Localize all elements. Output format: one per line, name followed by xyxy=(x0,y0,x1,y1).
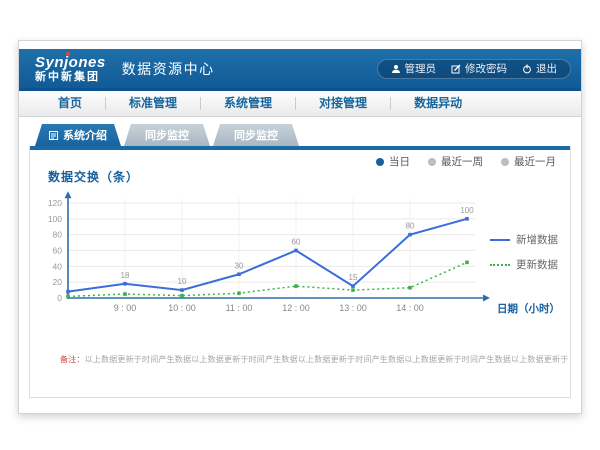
tab-label: 同步监控 xyxy=(234,127,278,143)
content-area: 系统介绍 同步监控 同步监控 当日 最近一周 xyxy=(19,117,581,398)
chart-legend: 新增数据 更新数据 xyxy=(490,232,566,282)
svg-text:60: 60 xyxy=(53,246,63,256)
nav-item-system[interactable]: 系统管理 xyxy=(200,97,295,110)
svg-text:80: 80 xyxy=(406,222,415,231)
note-label: 备注： xyxy=(60,355,85,364)
brand-logo: Synjones 新中新集团 xyxy=(35,55,106,83)
svg-text:14 : 00: 14 : 00 xyxy=(396,303,424,313)
radio-dot-icon xyxy=(501,158,509,166)
radio-dot-icon xyxy=(376,158,384,166)
user-icon xyxy=(391,64,401,74)
tab-sync-monitor-2[interactable]: 同步监控 xyxy=(213,124,299,146)
tab-label: 系统介绍 xyxy=(63,127,107,143)
svg-text:20: 20 xyxy=(53,277,63,287)
page-title: 数据资源中心 xyxy=(122,59,215,79)
radio-last-week[interactable]: 最近一周 xyxy=(428,154,483,169)
power-icon xyxy=(522,64,532,74)
legend-label: 更新数据 xyxy=(516,257,558,272)
svg-text:13 : 00: 13 : 00 xyxy=(339,303,367,313)
nav-item-interface[interactable]: 对接管理 xyxy=(295,97,390,110)
legend-item-updated-data[interactable]: 更新数据 xyxy=(490,257,566,272)
tab-bar: 系统介绍 同步监控 同步监控 xyxy=(29,124,571,146)
svg-text:60: 60 xyxy=(292,238,301,247)
edit-icon xyxy=(451,64,461,74)
admin-user-button[interactable]: 管理员 xyxy=(391,61,437,76)
radio-label: 最近一月 xyxy=(514,154,556,169)
nav-item-standard[interactable]: 标准管理 xyxy=(105,97,200,110)
logout-button[interactable]: 退出 xyxy=(522,61,557,76)
time-range-filter: 当日 最近一周 最近一月 xyxy=(376,154,556,169)
note-text: 以上数据更新于时间产生数据以上数据更新于时间产生数据以上数据更新于时间产生数据以… xyxy=(85,355,569,364)
svg-text:40: 40 xyxy=(53,261,63,271)
app-window: Synjones 新中新集团 数据资源中心 管理员 修改密码 退出 xyxy=(18,40,582,414)
svg-text:10: 10 xyxy=(178,277,187,286)
change-password-label: 修改密码 xyxy=(465,61,507,76)
admin-user-label: 管理员 xyxy=(405,61,437,76)
svg-text:10 : 00: 10 : 00 xyxy=(168,303,196,313)
logo-red-dot-icon xyxy=(66,52,70,56)
logo-text: Synjones xyxy=(35,55,106,70)
svg-text:15: 15 xyxy=(349,273,358,282)
window-top-padding xyxy=(19,41,581,49)
tab-sync-monitor-1[interactable]: 同步监控 xyxy=(124,124,210,146)
radio-last-month[interactable]: 最近一月 xyxy=(501,154,556,169)
svg-text:0: 0 xyxy=(57,293,62,303)
main-nav: 首页 标准管理 系统管理 对接管理 数据异动 xyxy=(19,91,581,117)
solid-line-icon xyxy=(490,239,510,241)
svg-text:11 : 00: 11 : 00 xyxy=(226,303,253,313)
document-icon xyxy=(49,131,58,140)
user-toolbar: 管理员 修改密码 退出 xyxy=(377,59,572,79)
svg-text:12 : 00: 12 : 00 xyxy=(282,303,310,313)
footer-note: 备注：以上数据更新于时间产生数据以上数据更新于时间产生数据以上数据更新于时间产生… xyxy=(60,354,568,365)
chart-panel: 当日 最近一周 最近一月 数据交换（条） 0204060801001209 : … xyxy=(29,146,571,398)
svg-text:18: 18 xyxy=(121,271,130,280)
svg-text:100: 100 xyxy=(460,206,474,215)
svg-text:120: 120 xyxy=(48,198,62,208)
nav-item-change[interactable]: 数据异动 xyxy=(390,97,485,110)
svg-text:100: 100 xyxy=(48,214,62,224)
change-password-button[interactable]: 修改密码 xyxy=(451,61,507,76)
svg-text:80: 80 xyxy=(53,230,63,240)
app-header: Synjones 新中新集团 数据资源中心 管理员 修改密码 退出 xyxy=(19,49,581,91)
svg-text:9 : 00: 9 : 00 xyxy=(114,303,137,313)
svg-text:日期（小时）: 日期（小时） xyxy=(497,302,560,315)
radio-label: 最近一周 xyxy=(441,154,483,169)
logout-label: 退出 xyxy=(536,61,557,76)
legend-item-new-data[interactable]: 新增数据 xyxy=(490,232,566,247)
radio-label: 当日 xyxy=(389,154,410,169)
dotted-line-icon xyxy=(490,264,510,266)
logo-subtext: 新中新集团 xyxy=(35,72,106,83)
panel-accent-bar xyxy=(30,146,570,150)
nav-item-home[interactable]: 首页 xyxy=(35,97,105,110)
legend-label: 新增数据 xyxy=(516,232,558,247)
radio-dot-icon xyxy=(428,158,436,166)
tab-label: 同步监控 xyxy=(145,127,189,143)
svg-text:30: 30 xyxy=(235,261,244,270)
tab-system-intro[interactable]: 系统介绍 xyxy=(35,124,121,146)
radio-today[interactable]: 当日 xyxy=(376,154,410,169)
